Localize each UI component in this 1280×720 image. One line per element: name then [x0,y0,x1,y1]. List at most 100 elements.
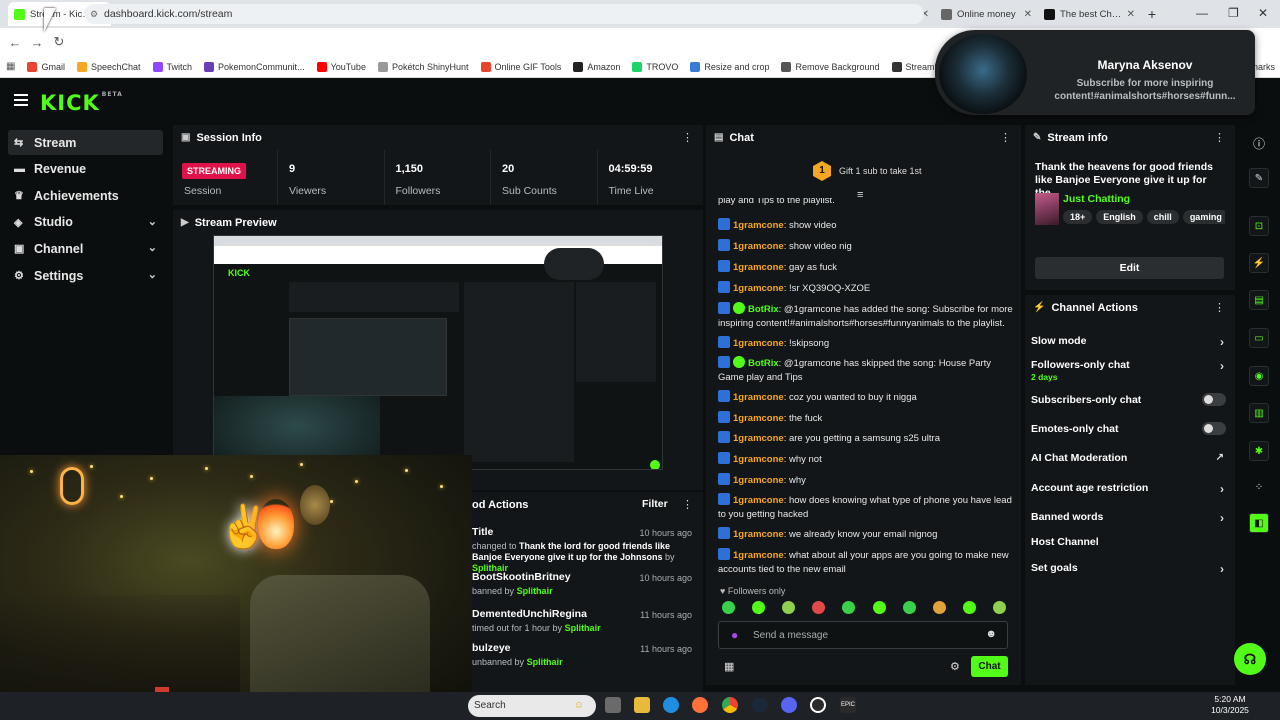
chat-username[interactable]: BotRix [748,304,779,315]
apps-icon[interactable]: ⁘ [1249,477,1269,497]
chevron-right-icon[interactable]: › [1220,511,1224,525]
channel-action-followers-only-chat[interactable]: Followers-only chat 2 days › [1031,359,1226,382]
chat-message[interactable]: 1gramcone: !sr XQ39OQ-XZOE [718,281,1013,296]
sidebar-item-stream[interactable]: ⇆ Stream [8,130,163,155]
discord-icon[interactable] [781,697,797,713]
bookmark-item[interactable]: PokemonCommunit... [204,61,305,72]
menu-icon[interactable] [14,94,28,109]
mod-action-item[interactable]: DementedUnchiRegina 11 hours ago timed out… [472,609,694,634]
channel-action-banned-words[interactable]: Banned words › [1031,511,1226,525]
chat-settings-icon[interactable]: ⚙ [950,660,960,673]
channel-action-account-age-restriction[interactable]: Account age restriction › [1031,482,1226,496]
sidebar-item-studio[interactable]: ◈ Studio ⌄ [8,210,163,235]
chevron-down-icon[interactable]: ⌄ [148,215,157,228]
close-tab-icon[interactable]: ✕ [1127,9,1135,20]
stream-tag[interactable]: chill [1146,210,1179,224]
mod-actions-menu-icon[interactable]: ⋮ [682,498,693,511]
close-window-icon[interactable]: ✕ [1258,6,1268,20]
chat-message[interactable]: 1gramcone: gay as fuck [718,260,1013,275]
chat-message[interactable]: 1gramcone: why not [718,452,1013,467]
bookmark-item[interactable]: Amazon [573,61,620,72]
mod-action-item[interactable]: bulzeye 11 hours ago unbanned by Splithair [472,643,694,668]
stream-tag[interactable]: gaming [1182,210,1225,224]
support-headset-icon[interactable]: ☊ [1234,643,1266,675]
chat-username[interactable]: 1gramcone [733,283,784,294]
chat-username[interactable]: 1gramcone [733,413,784,424]
chat-message[interactable]: 1gramcone: coz you wanted to buy it nigg… [718,390,1013,405]
channel-action-ai-chat-moderation[interactable]: AI Chat Moderation ↗ [1031,452,1226,464]
chat-message[interactable]: 1gramcone: why [718,473,1013,488]
chat-username[interactable]: 1gramcone [733,529,784,540]
chat-username[interactable]: 1gramcone [733,220,784,231]
epic-games-icon[interactable]: EPIC [840,697,856,713]
pinned-expand-icon[interactable]: ≡ [857,189,863,201]
filter-button[interactable]: Filter [642,498,668,510]
steam-icon[interactable] [752,697,768,713]
sidebar-item-revenue[interactable]: ▬ Revenue [8,157,163,182]
pencil-icon[interactable]: ✎ [1249,168,1269,188]
chat-message[interactable]: 1gramcone: what about all your apps are … [718,548,1013,577]
kick-app-icon[interactable]: ◧ [1249,513,1269,533]
maximize-icon[interactable]: ❐ [1228,6,1239,20]
chevron-down-icon[interactable]: ⌄ [148,241,157,254]
chat-message[interactable]: 1gramcone: are you getting a samsung s25… [718,431,1013,446]
mod-action-item[interactable]: Title 10 hours ago changed to Thank the lo… [472,527,694,574]
reload-icon[interactable]: ↻ [48,34,70,50]
kick-logo[interactable]: KICK BETA [40,91,123,115]
chat-input[interactable]: ● Send a message ☻ [718,621,1008,649]
chat-username[interactable]: 1gramcone [733,241,784,252]
emote-icon[interactable] [752,601,766,614]
task-view-icon[interactable] [605,697,621,713]
close-tab-icon[interactable]: ✕ [1024,9,1032,20]
document-icon[interactable]: ▤ [1249,290,1269,310]
bookmark-item[interactable]: TROVO [632,61,678,72]
info-icon-rail[interactable]: ⓘ [1253,135,1265,152]
browser-tab[interactable]: Online money ✕ [935,2,1038,26]
bookmark-item[interactable]: Gmail [27,61,65,72]
moderator-name[interactable]: Splithair [527,657,563,667]
back-icon[interactable]: ← [4,35,26,50]
broadcast-icon[interactable]: ◉ [1249,366,1269,386]
sidebar-item-achievements[interactable]: ♛ Achievements [8,183,163,208]
channel-actions-menu-icon[interactable]: ⋮ [1214,301,1225,314]
obs-icon[interactable] [810,697,826,713]
external-link-icon[interactable]: ↗ [1216,452,1224,463]
chevron-right-icon[interactable]: › [1220,562,1224,576]
sidebar-item-settings[interactable]: ⚙ Settings ⌄ [8,263,163,288]
chevron-right-icon[interactable]: › [1220,482,1224,496]
toggle-switch[interactable] [1202,422,1226,435]
wrench-icon[interactable]: ✱ [1249,441,1269,461]
message-icon[interactable]: ▭ [1249,328,1269,348]
music-notification[interactable]: Maryna Aksenov Subscribe for more inspir… [935,30,1255,115]
bookmark-item[interactable]: YouTube [316,61,366,72]
toggle-switch[interactable] [1202,393,1226,406]
chrome-icon[interactable] [722,697,738,713]
chevron-right-icon[interactable]: › [1220,359,1224,373]
chat-username[interactable]: 1gramcone [733,338,784,349]
chat-message[interactable]: 1gramcone: we already know your email ni… [718,527,1013,542]
store-icon[interactable]: ▦ [724,660,734,673]
sidebar-item-channel[interactable]: ▣ Channel ⌄ [8,236,163,261]
chat-username[interactable]: 1gramcone [733,262,784,273]
chat-username[interactable]: BotRix [748,358,779,369]
chevron-down-icon[interactable]: ⌄ [148,268,157,281]
firefox-icon[interactable] [692,697,708,713]
channel-action-slow-mode[interactable]: Slow mode › [1031,335,1226,349]
chat-username[interactable]: 1gramcone [733,475,784,486]
forward-icon[interactable]: → [26,35,48,50]
lightning-icon[interactable]: ⚡ [1249,253,1269,273]
stream-tag[interactable]: English [1096,210,1143,224]
emote-icon[interactable] [872,601,886,614]
emote-icon[interactable] [962,601,976,614]
bookmark-item[interactable]: Online GIF Tools [480,61,561,72]
chat-message[interactable]: 1gramcone: how does knowing what type of… [718,493,1013,522]
emoji-icon[interactable]: ☻ [985,628,997,640]
chat-message[interactable]: 1gramcone: !skipsong [718,336,1013,351]
url-input[interactable]: ⚙ dashboard.kick.com/stream [84,4,924,24]
chat-message[interactable]: BotRix: @1gramcone has skipped the song:… [718,356,1013,385]
minimize-icon[interactable]: — [1196,6,1208,20]
chat-username[interactable]: 1gramcone [733,392,784,403]
new-tab-icon[interactable]: + [1141,6,1163,22]
chevron-right-icon[interactable]: › [1220,335,1224,349]
stream-tag[interactable]: 18+ [1063,210,1093,224]
